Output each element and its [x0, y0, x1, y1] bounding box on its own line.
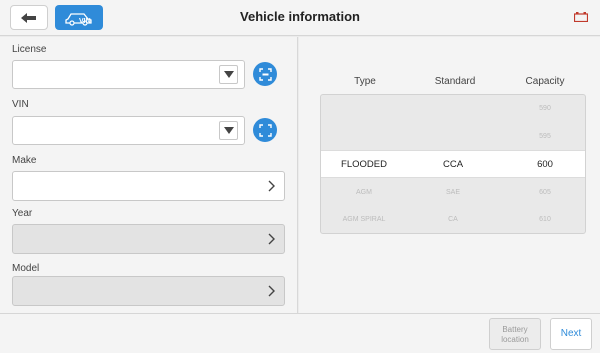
page-title: Vehicle information — [240, 9, 360, 24]
cell-standard — [421, 123, 485, 151]
cell-capacity: 600 — [537, 159, 553, 170]
year-field[interactable] — [12, 224, 285, 254]
cell-capacity: 590 — [539, 105, 551, 112]
vin-select[interactable] — [12, 116, 245, 145]
model-field[interactable] — [12, 276, 285, 306]
vin-dropdown-button[interactable] — [219, 121, 238, 140]
scan-icon — [258, 123, 272, 137]
cell-type: FLOODED — [341, 159, 387, 170]
cell-standard — [421, 95, 485, 123]
column-header-capacity: Capacity — [525, 76, 565, 87]
license-label: License — [12, 44, 47, 55]
vin-label: VIN — [12, 99, 29, 110]
year-label: Year — [12, 208, 33, 219]
picker-row[interactable]: 590 — [321, 95, 585, 123]
column-header-standard: Standard — [434, 76, 476, 87]
battery-picker[interactable]: 590 595 FLOODED CCA 600 AGM SAE 605 AGM … — [320, 94, 586, 234]
picker-row[interactable]: AGM SAE 605 — [321, 179, 585, 207]
picker-row-selected[interactable]: FLOODED CCA 600 — [321, 150, 585, 178]
picker-row[interactable]: 595 — [321, 123, 585, 151]
cell-capacity: 595 — [539, 133, 551, 140]
scan-icon — [258, 67, 272, 81]
chevron-right-icon — [268, 180, 275, 192]
make-field[interactable] — [12, 171, 285, 201]
dropdown-triangle-icon — [223, 71, 234, 78]
model-label: Model — [12, 263, 40, 274]
cell-capacity: 610 — [539, 216, 551, 223]
cell-type — [329, 123, 399, 151]
battery-location-button[interactable]: Battery location — [489, 318, 541, 350]
battery-icon — [574, 12, 588, 22]
cell-type — [329, 95, 399, 123]
column-header-type: Type — [354, 76, 376, 87]
license-scan-button[interactable] — [253, 62, 277, 86]
top-bar: VIN Vehicle information — [0, 0, 600, 36]
next-button[interactable]: Next — [550, 318, 592, 350]
license-select[interactable] — [12, 60, 245, 89]
cell-standard: CCA — [442, 159, 464, 170]
cell-standard: SAE — [445, 189, 460, 196]
bottom-bar: Battery location Next — [0, 313, 600, 353]
license-dropdown-button[interactable] — [219, 65, 238, 84]
cell-type: AGM — [356, 189, 372, 196]
vin-scan-button[interactable] — [253, 118, 277, 142]
cell-standard: CA — [448, 216, 458, 223]
cell-type: AGM SPIRAL — [342, 216, 386, 223]
chevron-right-icon — [268, 285, 275, 297]
cell-capacity: 605 — [539, 189, 551, 196]
chevron-right-icon — [268, 233, 275, 245]
make-label: Make — [12, 155, 37, 166]
picker-row[interactable]: AGM SPIRAL CA 610 — [321, 206, 585, 233]
dropdown-triangle-icon — [223, 127, 234, 134]
